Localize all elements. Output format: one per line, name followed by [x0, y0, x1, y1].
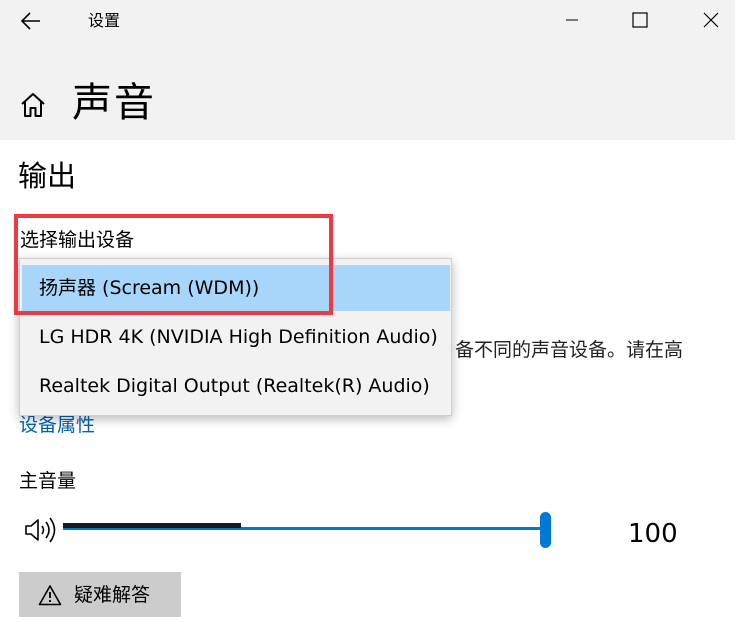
- settings-window: 设置 声音 输出 选择输出设备 备不同的声音设备。请在高 设备属性 扬声器 (S…: [0, 0, 735, 623]
- warning-icon: [38, 584, 62, 605]
- volume-peak-meter: [63, 523, 241, 528]
- maximize-button[interactable]: [617, 0, 663, 40]
- troubleshoot-label: 疑难解答: [74, 583, 151, 606]
- minimize-button[interactable]: [549, 0, 595, 40]
- minimize-icon: [566, 19, 578, 21]
- close-icon: [703, 12, 719, 28]
- volume-value: 100: [628, 519, 678, 549]
- speaker-icon[interactable]: [24, 516, 58, 544]
- title-bar: 设置: [0, 0, 735, 42]
- output-description-partial: 备不同的声音设备。请在高: [455, 339, 684, 361]
- page-title: 声音: [72, 80, 156, 126]
- master-volume-slider[interactable]: [63, 512, 555, 548]
- app-title: 设置: [88, 11, 121, 30]
- output-device-label: 选择输出设备: [20, 229, 135, 251]
- arrow-left-icon: [21, 12, 40, 30]
- output-device-dropdown[interactable]: 扬声器 (Scream (WDM)) LG HDR 4K (NVIDIA Hig…: [19, 258, 452, 416]
- master-volume-label: 主音量: [19, 470, 77, 492]
- home-icon[interactable]: [18, 90, 48, 120]
- dropdown-option-realtek-digital[interactable]: Realtek Digital Output (Realtek(R) Audio…: [22, 363, 450, 409]
- troubleshoot-button[interactable]: 疑难解答: [19, 572, 181, 617]
- back-button[interactable]: [8, 2, 54, 40]
- close-button[interactable]: [688, 0, 734, 40]
- dropdown-option-lg-hdr[interactable]: LG HDR 4K (NVIDIA High Definition Audio): [22, 314, 450, 360]
- volume-slider-thumb[interactable]: [540, 512, 551, 548]
- dropdown-option-speaker-scream[interactable]: 扬声器 (Scream (WDM)): [22, 265, 450, 311]
- output-section-title: 输出: [18, 159, 77, 193]
- maximize-icon: [632, 12, 648, 28]
